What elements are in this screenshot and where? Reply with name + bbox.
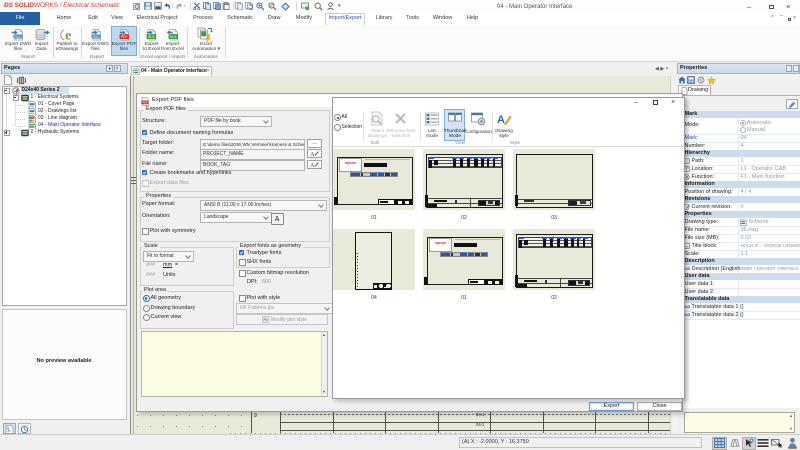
svg-text:DWG: DWG [92, 35, 100, 39]
svg-text:XLS: XLS [169, 35, 176, 39]
svg-text:PDF: PDF [142, 100, 148, 104]
svg-text:DWG: DWG [14, 35, 22, 39]
svg-text:A: A [310, 163, 315, 168]
svg-text:XLS: XLS [148, 35, 155, 39]
svg-text:e: e [65, 29, 71, 43]
svg-text:A: A [310, 152, 315, 157]
svg-text:PDF: PDF [120, 35, 127, 39]
svg-text:A: A [497, 114, 505, 126]
